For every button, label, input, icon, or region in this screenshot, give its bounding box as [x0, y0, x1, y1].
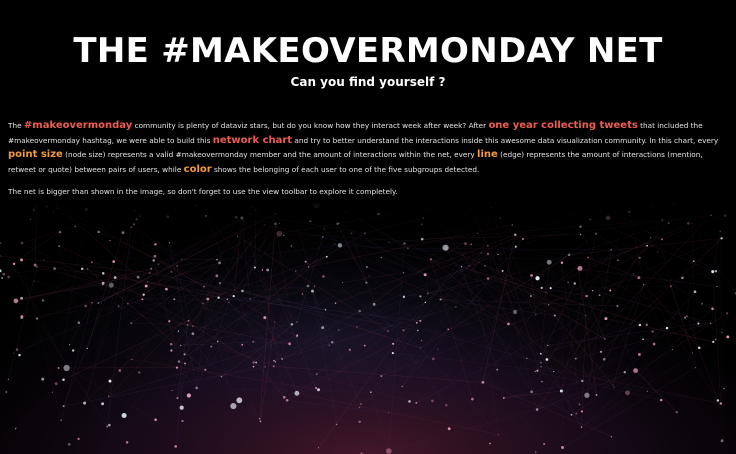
highlight-one-year: one year collecting tweets	[488, 120, 638, 131]
highlight-point-size: point size	[8, 149, 63, 160]
network-top-fade	[0, 202, 736, 454]
toolbar-note: The net is bigger than shown in the imag…	[8, 187, 398, 196]
highlight-line: line	[477, 149, 498, 160]
network-graph[interactable]	[0, 202, 736, 454]
highlight-network-chart: network chart	[212, 134, 293, 146]
intro-text: The	[8, 121, 24, 130]
intro-text: shows the belonging of each user to one …	[211, 164, 480, 174]
intro-paragraph: The #makeovermonday community is plenty …	[8, 119, 728, 177]
intro-text: community is plenty of dataviz stars, bu…	[132, 121, 489, 130]
page: THE #MAKEOVERMONDAY NET Can you find you…	[0, 0, 736, 454]
intro-text: (node size) represents a valid #makeover…	[62, 150, 478, 159]
page-subtitle: Can you find yourself ?	[290, 75, 446, 89]
page-title: THE #MAKEOVERMONDAY NET	[73, 31, 663, 71]
highlight-hashtag: #makeovermonday	[23, 120, 133, 131]
network-chart[interactable]	[0, 202, 736, 454]
highlight-color: color	[183, 163, 212, 175]
intro-text: and try to better understand the interac…	[292, 135, 719, 145]
